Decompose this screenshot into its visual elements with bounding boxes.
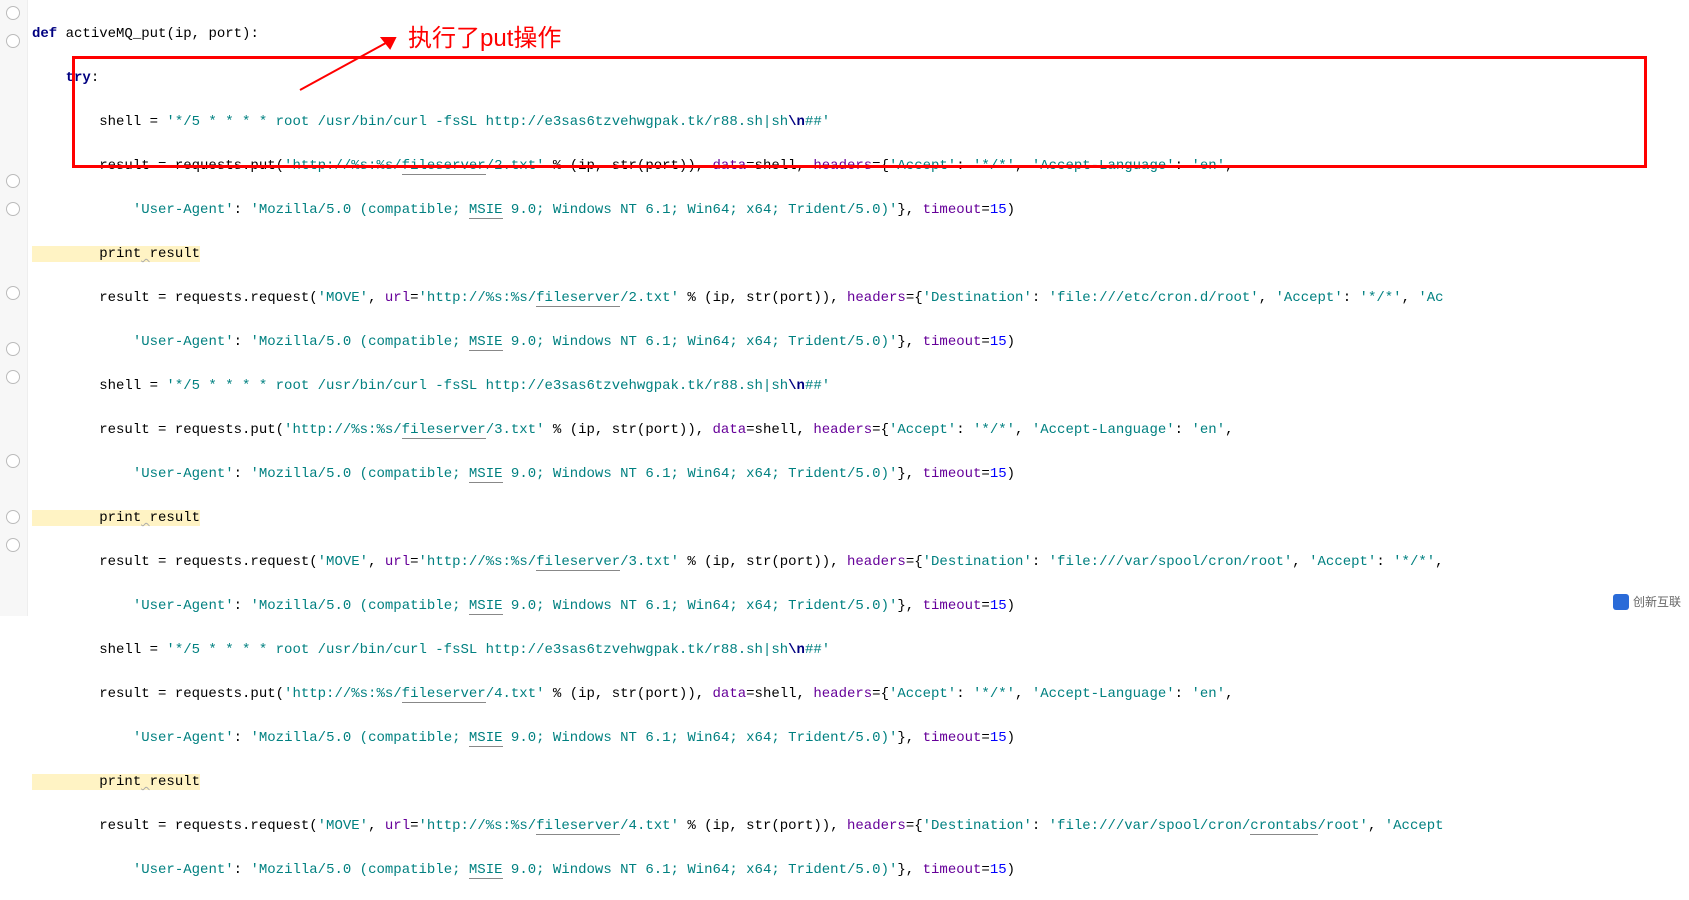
code-line: print result [32, 768, 1444, 796]
code-line: shell = '*/5 * * * * root /usr/bin/curl … [32, 636, 1444, 664]
code-line: 'User-Agent': 'Mozilla/5.0 (compatible; … [32, 856, 1444, 884]
code-line: shell = '*/5 * * * * root /usr/bin/curl … [32, 108, 1444, 136]
gutter-icon [6, 370, 20, 384]
code-line: result = requests.put('http://%s:%s/file… [32, 416, 1444, 444]
code-line: result = requests.request('MOVE', url='h… [32, 548, 1444, 576]
gutter-icon [6, 174, 20, 188]
gutter-icon [6, 454, 20, 468]
code-line: print result [32, 504, 1444, 532]
code-line: result = requests.put('http://%s:%s/file… [32, 152, 1444, 180]
gutter-icon [6, 342, 20, 356]
gutter-icon [6, 538, 20, 552]
code-line: def activeMQ_put(ip, port): [32, 20, 1444, 48]
code-line: shell = '*/5 * * * * root /usr/bin/curl … [32, 372, 1444, 400]
code-line: print result [32, 240, 1444, 268]
editor-gutter [0, 0, 28, 616]
annotation-arrow-icon [290, 30, 410, 100]
code-line: 'User-Agent': 'Mozilla/5.0 (compatible; … [32, 328, 1444, 356]
code-line: 'User-Agent': 'Mozilla/5.0 (compatible; … [32, 724, 1444, 752]
keyword-def: def [32, 26, 57, 42]
gutter-icon [6, 286, 20, 300]
watermark-text: 创新互联 [1633, 593, 1681, 610]
code-line: result = requests.put('http://%s:%s/file… [32, 680, 1444, 708]
gutter-icon [6, 510, 20, 524]
watermark-logo-icon [1613, 594, 1629, 610]
code-line: try: [32, 64, 1444, 92]
code-line: 'User-Agent': 'Mozilla/5.0 (compatible; … [32, 460, 1444, 488]
gutter-icon [6, 34, 20, 48]
code-line: 'User-Agent': 'Mozilla/5.0 (compatible; … [32, 196, 1444, 224]
code-area: def activeMQ_put(ip, port): try: shell =… [32, 4, 1444, 900]
gutter-icon [6, 202, 20, 216]
code-line: result = requests.request('MOVE', url='h… [32, 812, 1444, 840]
watermark: 创新互联 [1613, 593, 1681, 610]
gutter-icon [6, 6, 20, 20]
code-line: result = requests.request('MOVE', url='h… [32, 284, 1444, 312]
annotation-text: 执行了put操作 [408, 18, 561, 53]
